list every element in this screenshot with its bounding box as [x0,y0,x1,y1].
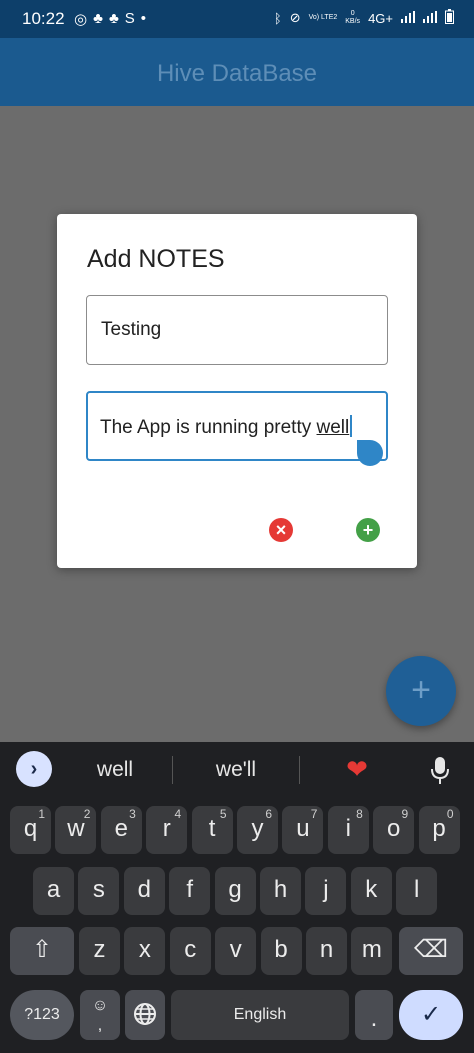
shift-key[interactable]: ⇧ [10,927,74,975]
key-hint: 1 [38,807,45,821]
key-hint: 2 [83,807,91,821]
key-label: o [387,815,401,842]
status-system-icons: ᛒ ⊘ Vo) LTE2 0 KB/s 4G+ [274,9,454,27]
soft-keyboard: › well we'll ❤ q1w2e3r4t5y6u7i8o9p0 asdf… [0,742,474,1053]
enter-key[interactable]: ✓ [399,990,463,1040]
key-k[interactable]: k [350,867,392,915]
key-n[interactable]: n [306,927,347,975]
title-input-value: Testing [101,319,162,340]
key-hint: 9 [401,807,409,821]
key-b[interactable]: b [260,927,302,975]
comma-label: , [97,1017,103,1034]
whatsapp-icon: ◎ [74,11,88,28]
status-notification-icons: ◎ ♣ ♣ S • [74,10,146,28]
title-input[interactable]: Testing [86,295,388,365]
space-key[interactable]: English [171,990,349,1040]
suggestion-1[interactable]: well [60,758,170,782]
key-j[interactable]: j [305,867,347,915]
app-bar: Hive DataBase [0,38,474,106]
key-t[interactable]: t5 [191,806,233,854]
status-time: 10:22 [22,9,65,28]
key-a[interactable]: a [33,867,74,915]
period-key[interactable]: . [355,990,393,1040]
key-g[interactable]: g [214,867,256,915]
key-hint: 5 [219,807,227,821]
snapchat-icon: ♣ [93,10,103,27]
key-l[interactable]: l [396,867,438,915]
key-hint: 6 [265,807,272,821]
key-label: p [432,815,446,842]
dot-icon: • [140,10,147,27]
key-f[interactable]: f [169,867,211,915]
backspace-key[interactable]: ⌫ [399,927,463,975]
key-hint: 4 [174,807,182,821]
key-i[interactable]: i8 [327,806,369,854]
key-w[interactable]: w2 [55,806,97,854]
mute-icon: ⊘ [289,10,301,25]
key-label: r [162,815,171,842]
network-type: 4G+ [368,10,393,26]
key-m[interactable]: m [351,927,393,975]
volte-label: Vo) LTE2 [308,14,338,21]
text-cursor [350,415,353,437]
key-s[interactable]: s [78,867,120,915]
add-notes-dialog: Add NOTES Testing The App is running pre… [57,214,417,568]
emoji-icon: ☺ [91,997,109,1014]
key-z[interactable]: z [79,927,120,975]
key-y[interactable]: y6 [237,806,278,854]
key-label: i [345,815,351,842]
key-o[interactable]: o9 [373,806,415,854]
key-label: u [296,815,310,842]
key-label: y [251,815,264,842]
5-icon: S [124,10,135,27]
key-label: w [67,815,85,842]
suggestion-divider [299,756,300,784]
key-p[interactable]: p0 [418,806,460,854]
key-u[interactable]: u7 [282,806,324,854]
key-v[interactable]: v [215,927,257,975]
cursor-handle[interactable] [357,440,383,466]
key-r[interactable]: r4 [146,806,188,854]
key-label: q [23,815,38,842]
composing-word: well [316,417,350,438]
key-q[interactable]: q1 [10,806,51,854]
key-d[interactable]: d [123,867,165,915]
heart-emoji-suggestion[interactable]: ❤ [343,756,371,782]
snapchat-icon: ♣ [108,10,119,27]
key-e[interactable]: e3 [100,806,142,854]
bluetooth-icon: ᛒ [273,10,282,26]
status-bar: 10:22 ◎ ♣ ♣ S • ᛒ ⊘ Vo) LTE2 0 KB/s 4G+ [0,0,474,38]
add-note-button[interactable]: + [356,518,380,542]
emoji-comma-key[interactable]: ☺ , [80,990,120,1040]
key-h[interactable]: h [260,867,301,915]
note-input[interactable]: The App is running pretty well [86,391,388,466]
suggestion-strip: › well we'll ❤ [0,742,474,798]
expand-toolbar-button[interactable]: › [16,751,52,787]
battery-icon [445,9,454,27]
app-title: Hive DataBase [156,60,318,87]
data-rate: 0 KB/s [345,10,361,25]
globe-key[interactable] [125,990,165,1040]
key-hint: 0 [446,807,454,821]
signal-icon [423,10,437,26]
suggestion-divider [172,756,173,784]
key-label: t [208,815,216,842]
add-fab-button[interactable]: + [386,656,456,726]
key-hint: 7 [310,807,318,821]
key-hint: 3 [129,807,136,821]
key-label: e [114,815,128,842]
cancel-button[interactable]: × [269,518,293,542]
signal-icon [401,10,415,26]
key-x[interactable]: x [124,927,166,975]
note-input-value: The App is running pretty well [100,415,353,439]
key-hint: 8 [356,807,363,821]
symbols-key[interactable]: ?123 [10,990,74,1040]
suggestion-2[interactable]: we'll [181,758,291,782]
globe-icon [134,1003,156,1025]
mic-icon[interactable] [430,756,450,786]
key-c[interactable]: c [169,927,211,975]
dialog-title: Add NOTES [87,245,225,273]
